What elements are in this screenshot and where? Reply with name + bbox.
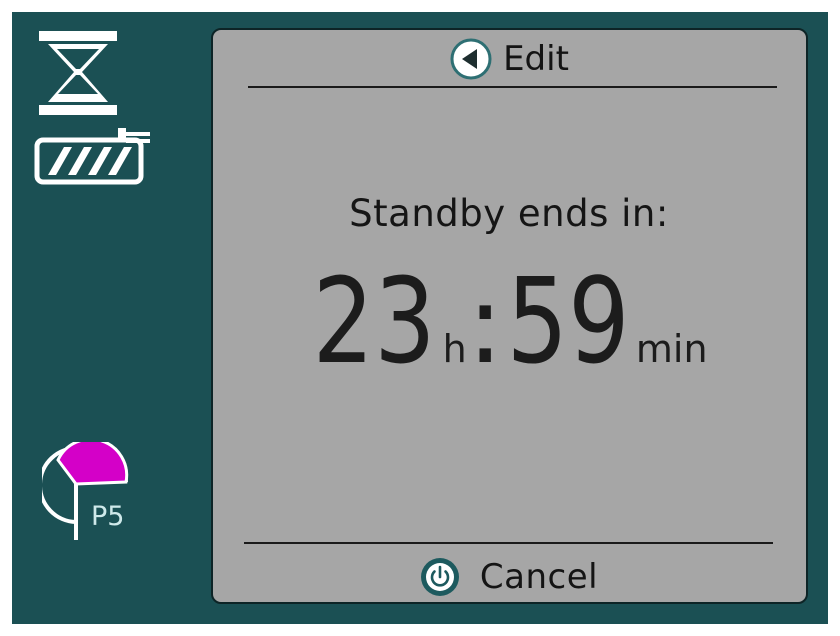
timer-separator: : [466, 260, 504, 388]
timer-hours: 23 [312, 252, 437, 390]
cancel-button[interactable]: Cancel [229, 553, 789, 601]
standby-label: Standby ends in: [349, 192, 669, 235]
header-divider [248, 86, 777, 88]
power-icon [420, 558, 459, 596]
edit-button[interactable]: Edit [229, 36, 789, 82]
cancel-label: Cancel [479, 557, 599, 597]
profile-label: P5 [91, 501, 124, 532]
timer-hours-unit: h [442, 327, 467, 371]
back-arrow-icon [450, 38, 492, 80]
standby-timer: 23 h : 59 min [229, 262, 789, 392]
program-profile-icon: P5 [42, 442, 129, 540]
timer-minutes-unit: min [635, 327, 708, 371]
timer-minutes: 59 [506, 252, 630, 390]
edit-label: Edit [503, 39, 569, 79]
battery-icon [34, 128, 150, 185]
hourglass-icon [39, 31, 117, 115]
footer-divider [244, 542, 773, 544]
